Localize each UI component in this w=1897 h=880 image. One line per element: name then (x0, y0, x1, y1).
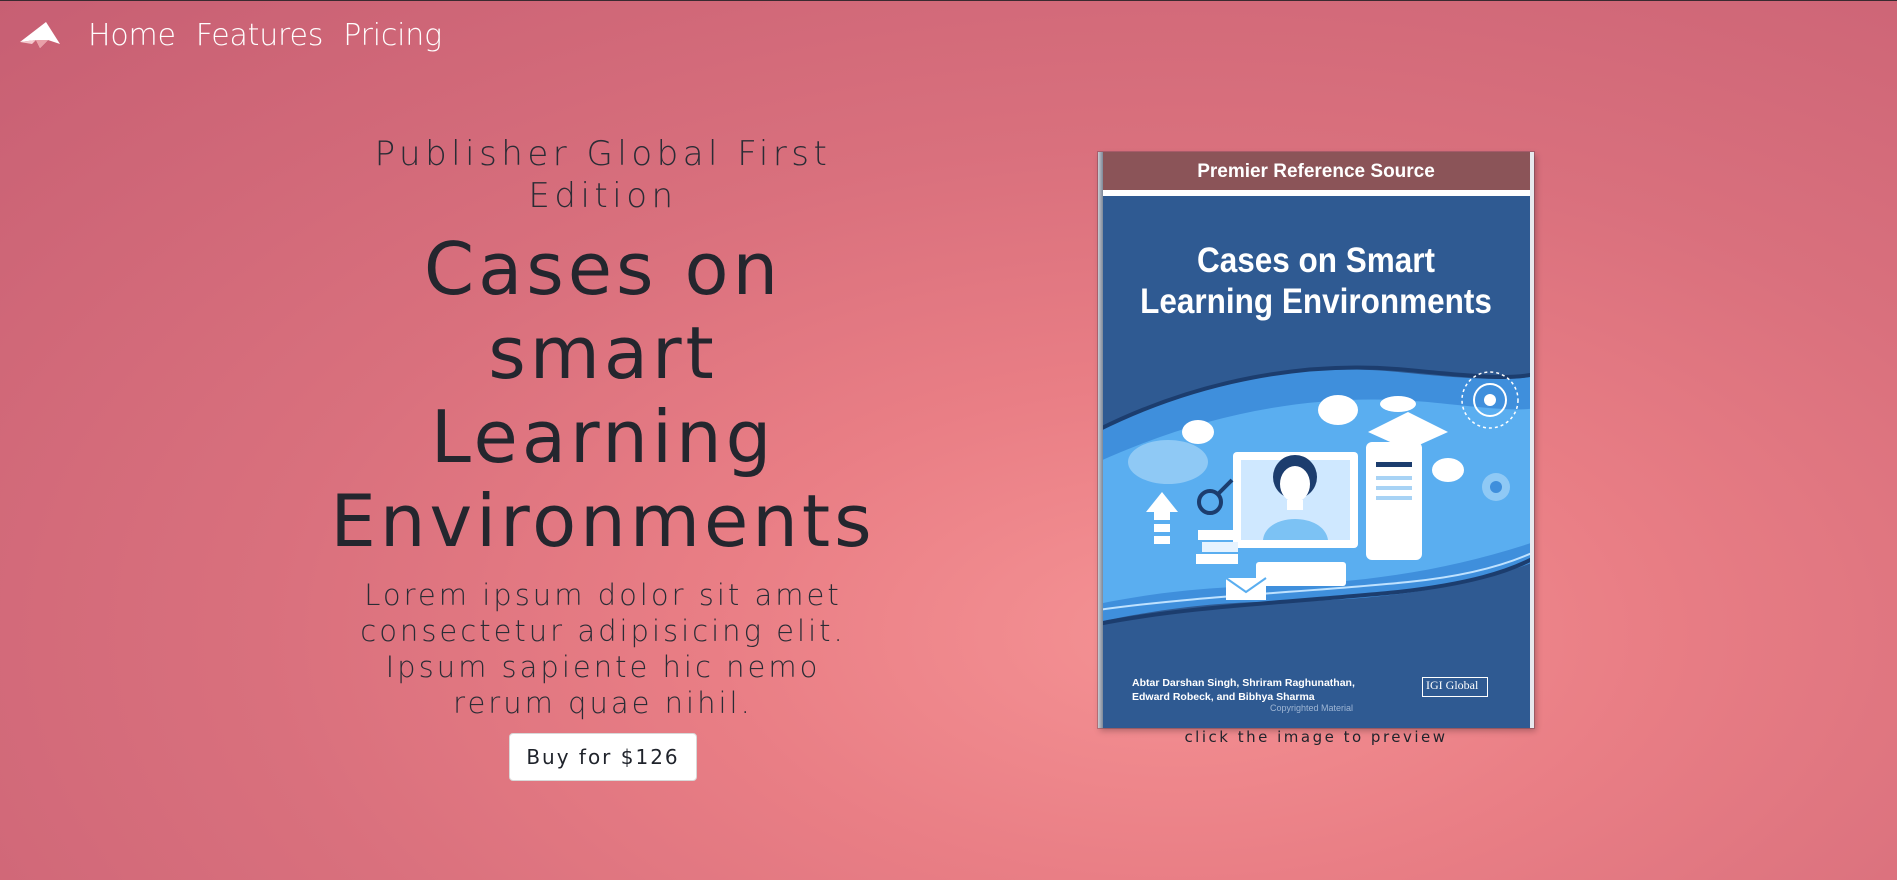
nav-features-link[interactable]: Features (196, 18, 324, 53)
cover-banner: Premier Reference Source (1098, 152, 1534, 190)
book-cover-image[interactable]: Premier Reference Source Cases on Smart … (1098, 152, 1534, 728)
cover-title: Cases on Smart Learning Environments (1120, 240, 1512, 322)
paper-plane-icon[interactable] (18, 20, 62, 50)
top-nav: Home Features Pricing (18, 15, 462, 55)
book-description: Lorem ipsum dolor sit amet consectetur a… (360, 578, 846, 720)
hero-text: Publisher Global First Edition Cases on … (330, 133, 876, 781)
cover-spine-right (1530, 152, 1534, 728)
cover-copyright: Copyrighted Material (1270, 703, 1354, 713)
preview-caption: click the image to preview (1184, 728, 1448, 746)
book-title: Cases on smart Learning Environments (330, 227, 876, 563)
buy-button[interactable]: Buy for $126 (509, 733, 697, 781)
cover-authors-line1: Abtar Darshan Singh, Shriram Raghunathan… (1132, 677, 1355, 689)
cover-authors-line2: Edward Robeck, and Bibhya Sharma (1132, 691, 1315, 703)
cover-illustration (1098, 365, 1534, 626)
publisher-subtitle: Publisher Global First Edition (374, 134, 832, 216)
cover-banner-divider (1098, 190, 1534, 196)
cover-spine-left (1098, 152, 1103, 728)
cover-title-line1: Cases on Smart (1196, 241, 1436, 280)
cover-authors: Abtar Darshan Singh, Shriram Raghunathan… (1132, 676, 1355, 704)
nav-home-link[interactable]: Home (88, 18, 176, 53)
cover-title-line2: Learning Environments (1140, 282, 1492, 321)
igi-global-logo: IGI Global (1422, 677, 1488, 697)
nav-pricing-link[interactable]: Pricing (343, 18, 442, 53)
